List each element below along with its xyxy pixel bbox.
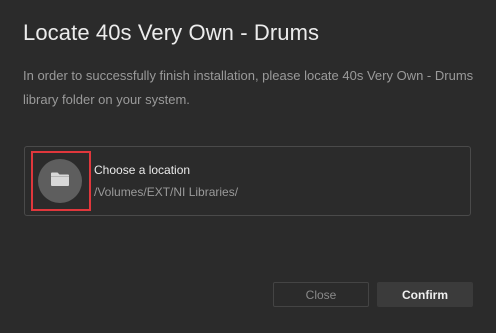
locate-library-dialog: Locate 40s Very Own - Drums In order to …	[0, 0, 496, 333]
location-label: Choose a location	[94, 163, 191, 177]
confirm-button[interactable]: Confirm	[377, 282, 473, 307]
dialog-title: Locate 40s Very Own - Drums	[23, 20, 320, 45]
dialog-description: In order to successfully finish installa…	[23, 68, 474, 107]
close-button[interactable]: Close	[273, 282, 369, 307]
choose-location-button[interactable]: Choose a location /Volumes/EXT/NI Librar…	[24, 146, 471, 216]
location-path: /Volumes/EXT/NI Libraries/	[94, 185, 239, 199]
folder-icon	[50, 171, 70, 192]
folder-button[interactable]	[38, 159, 82, 203]
